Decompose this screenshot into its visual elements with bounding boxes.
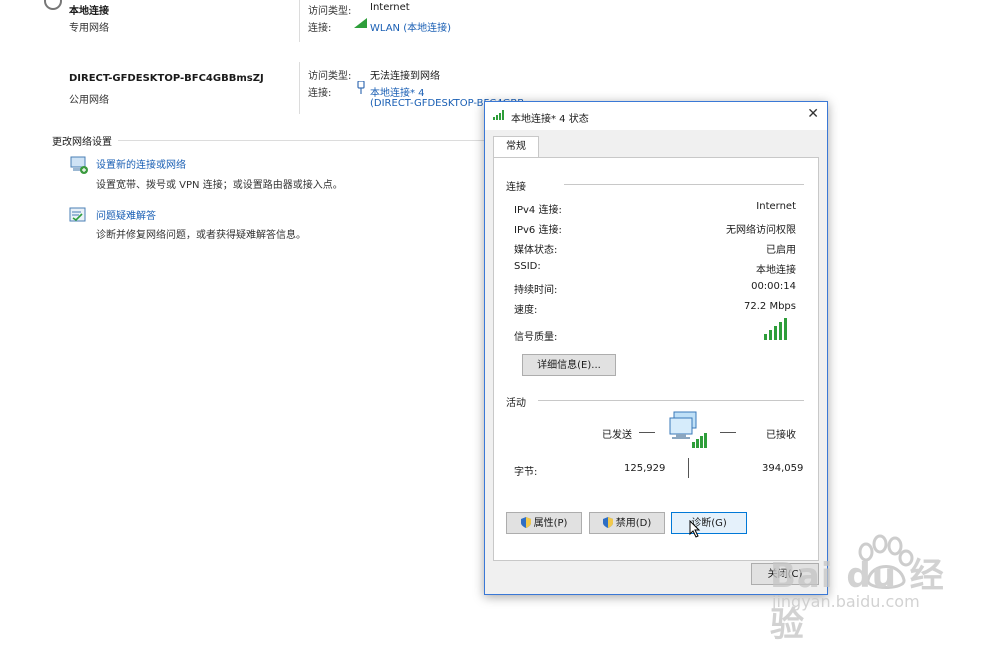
uac-shield-icon	[602, 516, 613, 528]
speed-label: 速度:	[514, 305, 538, 316]
setup-connection-link[interactable]: 设置新的连接或网络	[96, 156, 186, 171]
connection-link-local-4[interactable]: 本地连接* 4	[370, 84, 425, 99]
speed-value: 72.2 Mbps	[744, 301, 796, 312]
dialog-titlebar[interactable]: 本地连接* 4 状态 ✕	[485, 102, 827, 130]
connection-label-2: 连接:	[308, 88, 332, 99]
mouse-cursor-icon	[689, 519, 701, 541]
network-adapter-icon	[357, 80, 365, 97]
ipv6-label: IPv6 连接:	[514, 225, 562, 236]
divider	[299, 62, 300, 114]
properties-label: 属性(P)	[533, 518, 568, 529]
general-panel: 连接 IPv4 连接: Internet IPv6 连接: 无网络访问权限 媒体…	[493, 157, 819, 561]
signal-quality-icon	[764, 318, 790, 343]
dialog-title: 本地连接* 4 状态	[511, 114, 589, 125]
ssid-value: 本地连接	[756, 265, 796, 276]
received-line	[720, 432, 736, 433]
wifi-signal-icon	[354, 18, 367, 31]
access-type-label-2: 访问类型:	[308, 71, 352, 82]
media-state-label: 媒体状态:	[514, 245, 558, 256]
network-name-2: DIRECT-GFDESKTOP-BFC4GBBmsZJ	[69, 73, 264, 84]
network-type-1: 专用网络	[69, 23, 109, 34]
network-name-1: 本地连接	[69, 6, 109, 17]
troubleshoot-link[interactable]: 问题疑难解答	[96, 207, 156, 222]
connection-link-wlan[interactable]: WLAN (本地连接)	[370, 19, 451, 34]
duration-label: 持续时间:	[514, 285, 558, 296]
ipv4-value: Internet	[756, 201, 796, 212]
connection-divider	[564, 184, 804, 185]
troubleshoot-icon	[69, 206, 87, 227]
watermark-url: jingyan.baidu.com	[772, 592, 920, 611]
sent-line	[639, 432, 655, 433]
section-heading: 更改网络设置	[52, 137, 112, 148]
troubleshoot-desc: 诊断并修复网络问题，或者获得疑难解答信息。	[96, 230, 306, 241]
network-computer-icon	[668, 410, 712, 453]
bytes-received-value: 394,059	[762, 463, 804, 474]
status-dialog: 本地连接* 4 状态 ✕ 常规 连接 IPv4 连接: Internet IPv…	[484, 101, 828, 595]
disable-button[interactable]: 禁用(D)	[589, 512, 665, 534]
uac-shield-icon	[520, 516, 531, 528]
signal-icon	[493, 110, 506, 123]
activity-divider	[538, 400, 804, 401]
baidu-watermark: Bai du 经验 jingyan.baidu.com	[768, 528, 968, 645]
network-setup-icon	[69, 155, 89, 178]
close-icon[interactable]: ✕	[807, 106, 819, 122]
ipv4-label: IPv4 连接:	[514, 205, 562, 216]
ipv6-value: 无网络访问权限	[726, 225, 796, 236]
sent-label: 已发送	[602, 430, 632, 441]
bytes-sent-value: 125,929	[624, 463, 666, 474]
disable-label: 禁用(D)	[615, 518, 652, 529]
setup-connection-desc: 设置宽带、拨号或 VPN 连接；或设置路由器或接入点。	[96, 180, 343, 191]
connection-label-1: 连接:	[308, 23, 332, 34]
activity-heading: 活动	[506, 398, 526, 409]
network-type-2: 公用网络	[69, 95, 109, 106]
diagnose-button[interactable]: 诊断(G)	[671, 512, 747, 534]
bytes-divider	[688, 458, 689, 478]
duration-value: 00:00:14	[751, 281, 796, 292]
received-label: 已接收	[766, 430, 796, 441]
media-state-value: 已启用	[766, 245, 796, 256]
access-type-value-1: Internet	[370, 2, 410, 13]
access-type-label-1: 访问类型:	[308, 6, 352, 17]
properties-button[interactable]: 属性(P)	[506, 512, 582, 534]
divider	[299, 0, 300, 42]
tab-general[interactable]: 常规	[493, 136, 539, 158]
details-button[interactable]: 详细信息(E)...	[522, 354, 616, 376]
access-type-value-2: 无法连接到网络	[370, 71, 440, 82]
network-icon-partial	[44, 0, 62, 10]
section-divider	[118, 140, 488, 141]
ssid-label: SSID:	[514, 261, 541, 272]
bytes-label: 字节:	[514, 467, 538, 478]
signal-quality-label: 信号质量:	[514, 332, 558, 343]
connection-heading: 连接	[506, 182, 526, 193]
